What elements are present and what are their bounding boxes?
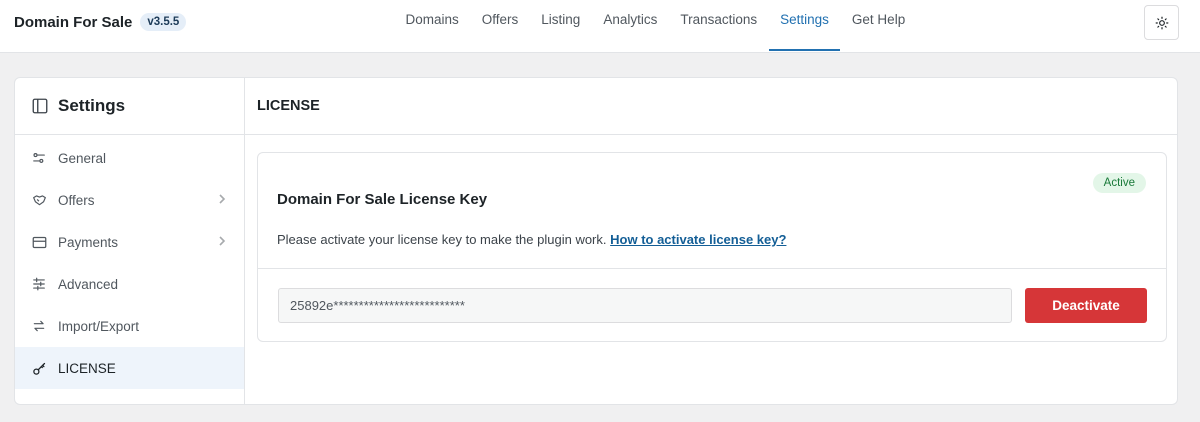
settings-sidebar: Settings General Offers Payments Advance… <box>15 78 245 404</box>
license-description: Please activate your license key to make… <box>277 232 786 247</box>
sidebar-item-label: General <box>58 150 107 166</box>
sidebar-item-label: LICENSE <box>58 360 116 376</box>
page-title: LICENSE <box>245 78 1177 135</box>
sidebar-item-payments[interactable]: Payments <box>15 221 244 263</box>
app-title: Domain For Sale <box>14 13 133 31</box>
theme-toggle-button[interactable] <box>1144 5 1179 40</box>
sidebar-item-label: Payments <box>58 234 119 250</box>
sun-icon <box>1155 16 1168 29</box>
license-description-text: Please activate your license key to make… <box>277 232 607 247</box>
sidebar-item-offers[interactable]: Offers <box>15 179 244 221</box>
divider <box>258 268 1166 269</box>
credit-card-icon <box>31 234 47 250</box>
handshake-icon <box>31 192 47 208</box>
license-key-input[interactable] <box>278 288 1012 323</box>
sidebar-panel-icon <box>32 98 48 114</box>
sliders-icon <box>31 150 47 166</box>
nav-get-help[interactable]: Get Help <box>840 0 916 53</box>
sidebar-item-general[interactable]: General <box>15 137 244 179</box>
sidebar-item-license[interactable]: LICENSE <box>15 347 244 389</box>
help-link[interactable]: How to activate license key? <box>610 232 786 247</box>
sidebar-item-import-export[interactable]: Import/Export <box>15 305 244 347</box>
chevron-right-icon <box>219 194 226 204</box>
nav-domains[interactable]: Domains <box>394 0 470 53</box>
sidebar-header: Settings <box>15 78 244 135</box>
main-nav: Domains Offers Listing Analytics Transac… <box>394 0 917 53</box>
sidebar-title: Settings <box>58 96 126 115</box>
deactivate-button[interactable]: Deactivate <box>1025 288 1147 323</box>
sidebar-item-label: Advanced <box>58 276 119 292</box>
sidebar-item-advanced[interactable]: Advanced <box>15 263 244 305</box>
license-title: Domain For Sale License Key <box>277 191 488 208</box>
sidebar-item-label: Import/Export <box>58 318 140 334</box>
arrows-exchange-icon <box>31 318 47 334</box>
brand: Domain For Sale v3.5.5 <box>14 13 187 31</box>
settings-card: Settings General Offers Payments Advance… <box>14 77 1178 405</box>
adjustments-icon <box>31 276 47 292</box>
nav-listing[interactable]: Listing <box>530 0 592 53</box>
license-card: Active Domain For Sale License Key Pleas… <box>257 152 1167 342</box>
nav-transactions[interactable]: Transactions <box>669 0 769 53</box>
nav-offers[interactable]: Offers <box>470 0 530 53</box>
nav-settings[interactable]: Settings <box>768 0 841 53</box>
version-badge: v3.5.5 <box>140 13 187 31</box>
nav-analytics[interactable]: Analytics <box>592 0 669 53</box>
status-badge: Active <box>1092 173 1146 193</box>
chevron-right-icon <box>219 236 226 246</box>
sidebar-item-label: Offers <box>58 192 95 208</box>
key-icon <box>31 360 47 376</box>
top-bar: Domain For Sale v3.5.5 Domains Offers Li… <box>0 0 1200 53</box>
